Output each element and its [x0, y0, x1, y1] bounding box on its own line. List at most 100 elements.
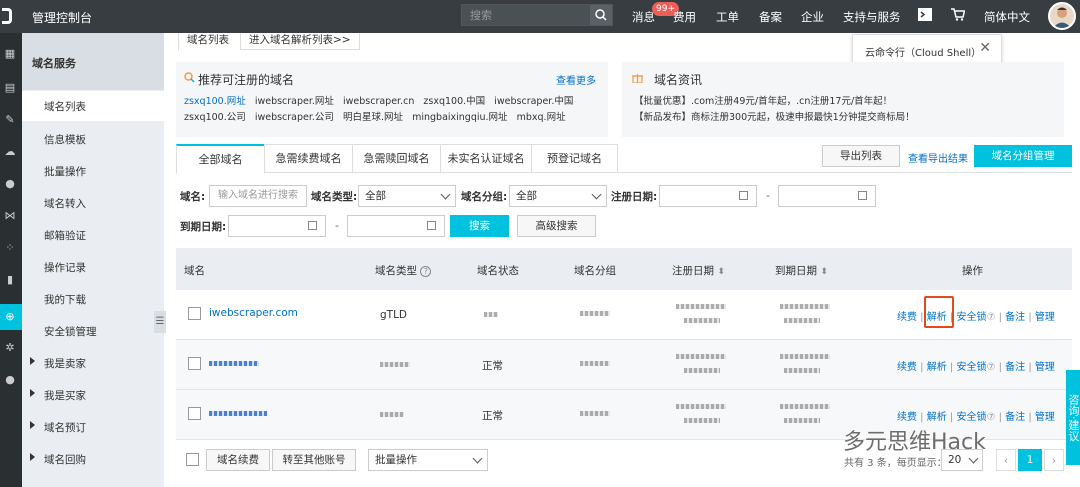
view-more-link[interactable]: 查看更多 [556, 72, 596, 87]
security-lock-link[interactable]: 安全锁 [956, 412, 986, 423]
bulk-renew-button[interactable]: 域名续费 [206, 449, 270, 471]
next-page-button[interactable]: › [1044, 449, 1064, 471]
news-line[interactable]: 【批量优惠】.com注册49元/首年起，.cn注册17元/首年起！ [634, 93, 892, 107]
blurred-domain[interactable] [209, 361, 259, 366]
row-checkbox[interactable] [188, 307, 201, 320]
language-select[interactable]: 简体中文 [984, 9, 1030, 25]
gear-icon[interactable]: ✲ [3, 341, 17, 355]
domain-group-manage-button[interactable]: 域名分组管理 [974, 145, 1072, 167]
sort-icon[interactable]: ⬍ [820, 267, 828, 277]
nav-icp[interactable]: 备案 [759, 9, 782, 25]
tab-unverified[interactable]: 未实名认证域名 [440, 144, 532, 173]
sidebar-item-transfer-in[interactable]: 域名转入 [22, 188, 164, 218]
manage-link[interactable]: 管理 [1035, 362, 1055, 373]
sidebar-collapse-handle[interactable]: ☰ [154, 311, 166, 333]
row-checkbox[interactable] [188, 357, 201, 370]
sidebar-group-buyback[interactable]: 域名回购 [22, 444, 164, 474]
select-all-checkbox[interactable] [186, 453, 199, 466]
suggested-domain[interactable]: iwebscraper.中国 [494, 96, 573, 107]
suggested-domain[interactable]: zsxq100.公司 [184, 112, 246, 123]
sidebar-item-templates[interactable]: 信息模板 [22, 124, 164, 154]
suggested-domain[interactable]: iwebscraper.cn [343, 96, 414, 107]
cart-icon[interactable] [951, 8, 966, 24]
suggested-domain[interactable]: iwebscraper.公司 [255, 112, 334, 123]
sort-icon[interactable]: ⬍ [717, 267, 725, 277]
sidebar-item-domain-list[interactable]: 域名列表 [22, 91, 164, 121]
row-checkbox[interactable] [188, 407, 201, 420]
nav-enterprise[interactable]: 企业 [801, 9, 824, 25]
tab-all-domains[interactable]: 全部域名 [176, 144, 265, 174]
db-icon[interactable]: ▮ [3, 273, 17, 287]
sidebar-item-downloads[interactable]: 我的下载 [22, 284, 164, 314]
close-icon[interactable]: ✕ [979, 40, 991, 56]
nav-support[interactable]: 支持与服务 [843, 9, 901, 25]
suggested-domain[interactable]: iwebscraper.网址 [255, 96, 334, 107]
manage-link[interactable]: 管理 [1035, 412, 1055, 423]
grid-icon[interactable]: ▦ [3, 47, 17, 61]
advanced-search-button[interactable]: 高级搜索 [517, 215, 596, 237]
security-lock-link[interactable]: 安全锁 [956, 362, 986, 373]
circle-icon[interactable]: ● [3, 373, 17, 387]
page-number-current[interactable]: 1 [1018, 449, 1042, 471]
view-export-results-link[interactable]: 查看导出结果 [908, 150, 968, 165]
suggested-domain[interactable]: zsxq100.中国 [423, 96, 485, 107]
sidebar-item-email-verify[interactable]: 邮箱验证 [22, 220, 164, 250]
domain-link[interactable]: iwebscraper.com [209, 307, 298, 319]
col-reg-date[interactable]: 注册日期 ⬍ [672, 263, 725, 278]
suggested-domain[interactable]: zsxq100.网址 [184, 96, 246, 107]
tab-redeem-needed[interactable]: 急需赎回域名 [352, 144, 441, 173]
transfer-account-button[interactable]: 转至其他账号 [272, 449, 356, 471]
reg-date-start[interactable] [659, 185, 757, 207]
globe-icon[interactable]: ⊕ [3, 310, 17, 324]
drop-icon[interactable]: ● [3, 177, 17, 191]
sidebar-group-seller[interactable]: 我是卖家 [22, 348, 164, 378]
cloud-icon[interactable]: ☁ [3, 145, 17, 159]
note-link[interactable]: 备注 [1005, 412, 1025, 423]
sidebar-group-reserve[interactable]: 域名预订 [22, 412, 164, 442]
nav-tickets[interactable]: 工单 [716, 9, 739, 25]
help-icon[interactable]: ? [420, 266, 432, 277]
feedback-float-button[interactable]: 咨询·建议 [1066, 370, 1080, 465]
batch-action-select[interactable]: 批量操作 [368, 449, 488, 471]
search-icon[interactable] [590, 5, 612, 25]
avatar[interactable] [1048, 2, 1076, 30]
renew-link[interactable]: 续费 [897, 362, 917, 373]
tab-dns-list-link[interactable]: 进入域名解析列表>> [240, 33, 360, 50]
domain-type-select[interactable]: 全部 [358, 185, 456, 207]
prev-page-button[interactable]: ‹ [996, 449, 1016, 471]
server-icon[interactable]: ▤ [3, 81, 17, 95]
security-lock-link[interactable]: 安全锁 [956, 312, 986, 323]
tab-preregistered[interactable]: 预登记域名 [531, 144, 618, 173]
note-link[interactable]: 备注 [1005, 362, 1025, 373]
search-input[interactable] [462, 5, 586, 25]
node-icon[interactable]: ⁘ [3, 241, 17, 255]
tab-domain-list[interactable]: 域名列表 [178, 33, 237, 50]
renew-link[interactable]: 续费 [897, 412, 917, 423]
export-list-button[interactable]: 导出列表 [822, 145, 900, 167]
suggested-domain[interactable]: mingbaixingqiu.网址 [412, 112, 507, 123]
col-exp-date[interactable]: 到期日期 ⬍ [775, 263, 828, 278]
tool-icon[interactable]: ✎ [3, 113, 17, 127]
suggested-domain[interactable]: 明白星球.网址 [343, 112, 403, 123]
app-title[interactable]: 管理控制台 [32, 9, 92, 26]
share-icon[interactable]: ⋈ [3, 209, 17, 223]
sidebar-item-security-lock[interactable]: 安全锁管理 [22, 316, 164, 346]
dns-link[interactable]: 解析 [927, 362, 947, 373]
search-button[interactable]: 搜索 [450, 215, 509, 237]
exp-date-end[interactable] [347, 215, 445, 237]
renew-link[interactable]: 续费 [897, 312, 917, 323]
exp-date-start[interactable] [228, 215, 326, 237]
news-line[interactable]: 【新品发布】商标注册300元起，极速申报最快1分钟提交商标局！ [634, 109, 915, 123]
manage-link[interactable]: 管理 [1035, 312, 1055, 323]
sidebar-item-batch[interactable]: 批量操作 [22, 156, 164, 186]
blurred-domain[interactable] [209, 411, 267, 416]
nav-billing[interactable]: 费用 [673, 9, 696, 25]
suggested-domain[interactable]: mbxq.网址 [517, 112, 566, 123]
sidebar-item-op-log[interactable]: 操作记录 [22, 252, 164, 282]
note-link[interactable]: 备注 [1005, 312, 1025, 323]
reg-date-end[interactable] [778, 185, 876, 207]
dns-link[interactable]: 解析 [927, 412, 947, 423]
domain-group-select[interactable]: 全部 [509, 185, 607, 207]
tab-renew-needed[interactable]: 急需续费域名 [264, 144, 353, 173]
sidebar-group-buyer[interactable]: 我是买家 [22, 380, 164, 410]
